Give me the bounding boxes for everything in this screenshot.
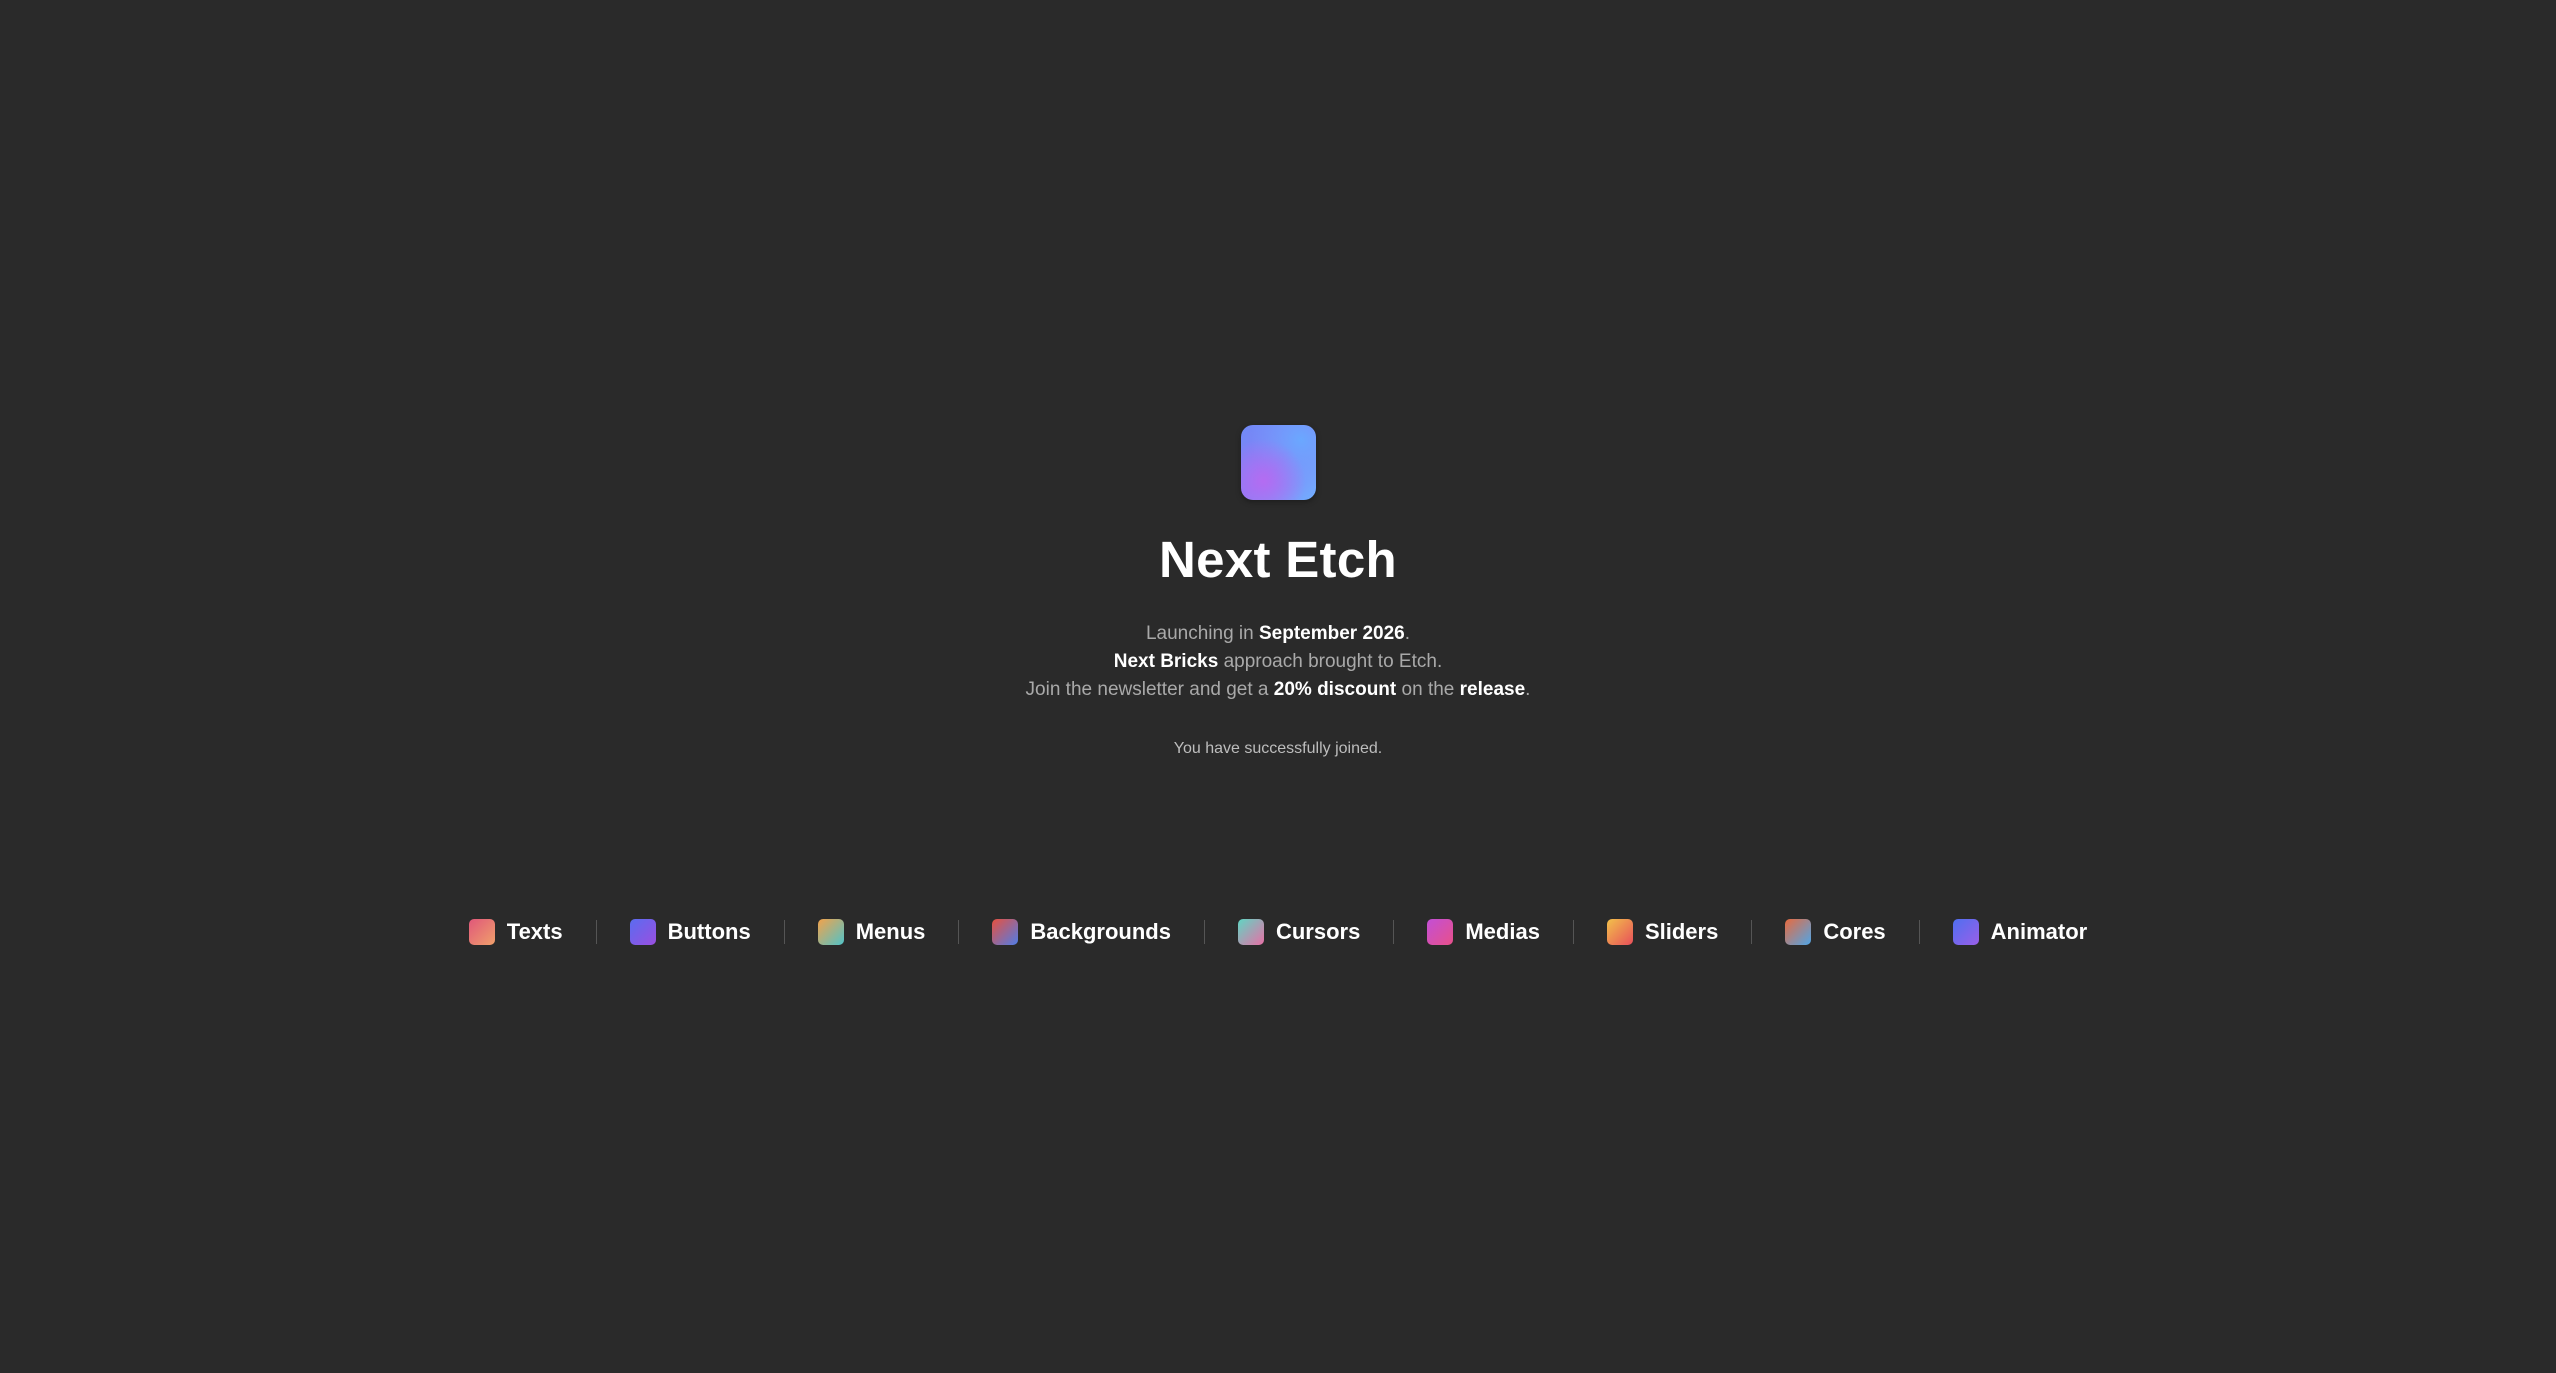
newsletter-line: Join the newsletter and get a 20% discou… <box>1026 676 1531 704</box>
nav-item-sliders[interactable]: Sliders <box>1574 918 1751 946</box>
release-highlight: release <box>1459 679 1526 700</box>
launch-prefix: Launching in <box>1145 623 1259 644</box>
nav-label: Texts <box>506 919 563 944</box>
hero-section: Next Etch Launching in September 2026. N… <box>0 425 2556 760</box>
nav-label: Buttons <box>667 919 751 944</box>
page: Next Etch Launching in September 2026. N… <box>0 0 2556 1373</box>
page-title: Next Etch <box>1159 531 1397 588</box>
app-logo-icon <box>1240 425 1316 500</box>
nav-item-medias[interactable]: Medias <box>1394 918 1573 946</box>
medias-icon <box>1427 919 1454 945</box>
nav-label: Backgrounds <box>1030 919 1171 944</box>
success-message: You have successfully joined. <box>1173 740 1383 757</box>
nav-item-buttons[interactable]: Buttons <box>597 918 784 946</box>
newsletter-suffix: . <box>1525 679 1531 700</box>
nav-label: Cursors <box>1275 919 1361 944</box>
nav-label: Animator <box>1990 919 2088 944</box>
nav-item-animator[interactable]: Animator <box>1920 918 2121 946</box>
animator-icon <box>1952 919 1979 945</box>
launch-line: Launching in September 2026. <box>1026 620 1531 648</box>
nav-label: Sliders <box>1644 919 1719 944</box>
launch-suffix: . <box>1404 623 1411 644</box>
nav-label: Medias <box>1465 919 1540 944</box>
cursors-icon <box>1237 919 1264 945</box>
newsletter-prefix: Join the newsletter and get a <box>1025 679 1274 700</box>
sliders-icon <box>1606 919 1633 945</box>
nav-item-cursors[interactable]: Cursors <box>1205 918 1393 946</box>
nav-label: Cores <box>1823 919 1886 944</box>
product-nav: Texts Buttons Menus Backgrounds Cursors … <box>0 918 2556 946</box>
texts-icon <box>468 919 495 945</box>
nav-item-menus[interactable]: Menus <box>785 918 959 946</box>
launch-date: September 2026 <box>1259 623 1405 644</box>
discount-highlight: 20% discount <box>1273 679 1397 700</box>
nav-item-cores[interactable]: Cores <box>1752 918 1918 946</box>
approach-highlight: Next Bricks <box>1113 651 1219 672</box>
buttons-icon <box>629 919 656 945</box>
approach-text: approach brought to Etch. <box>1218 651 1443 672</box>
nav-item-backgrounds[interactable]: Backgrounds <box>959 918 1204 946</box>
nav-label: Menus <box>855 919 926 944</box>
nav-item-texts[interactable]: Texts <box>436 918 596 946</box>
newsletter-middle: on the <box>1396 679 1460 700</box>
cores-icon <box>1785 919 1812 945</box>
backgrounds-icon <box>992 919 1019 945</box>
approach-line: Next Bricks approach brought to Etch. <box>1026 648 1531 676</box>
description: Launching in September 2026. Next Bricks… <box>1026 620 1531 704</box>
menus-icon <box>817 919 844 945</box>
